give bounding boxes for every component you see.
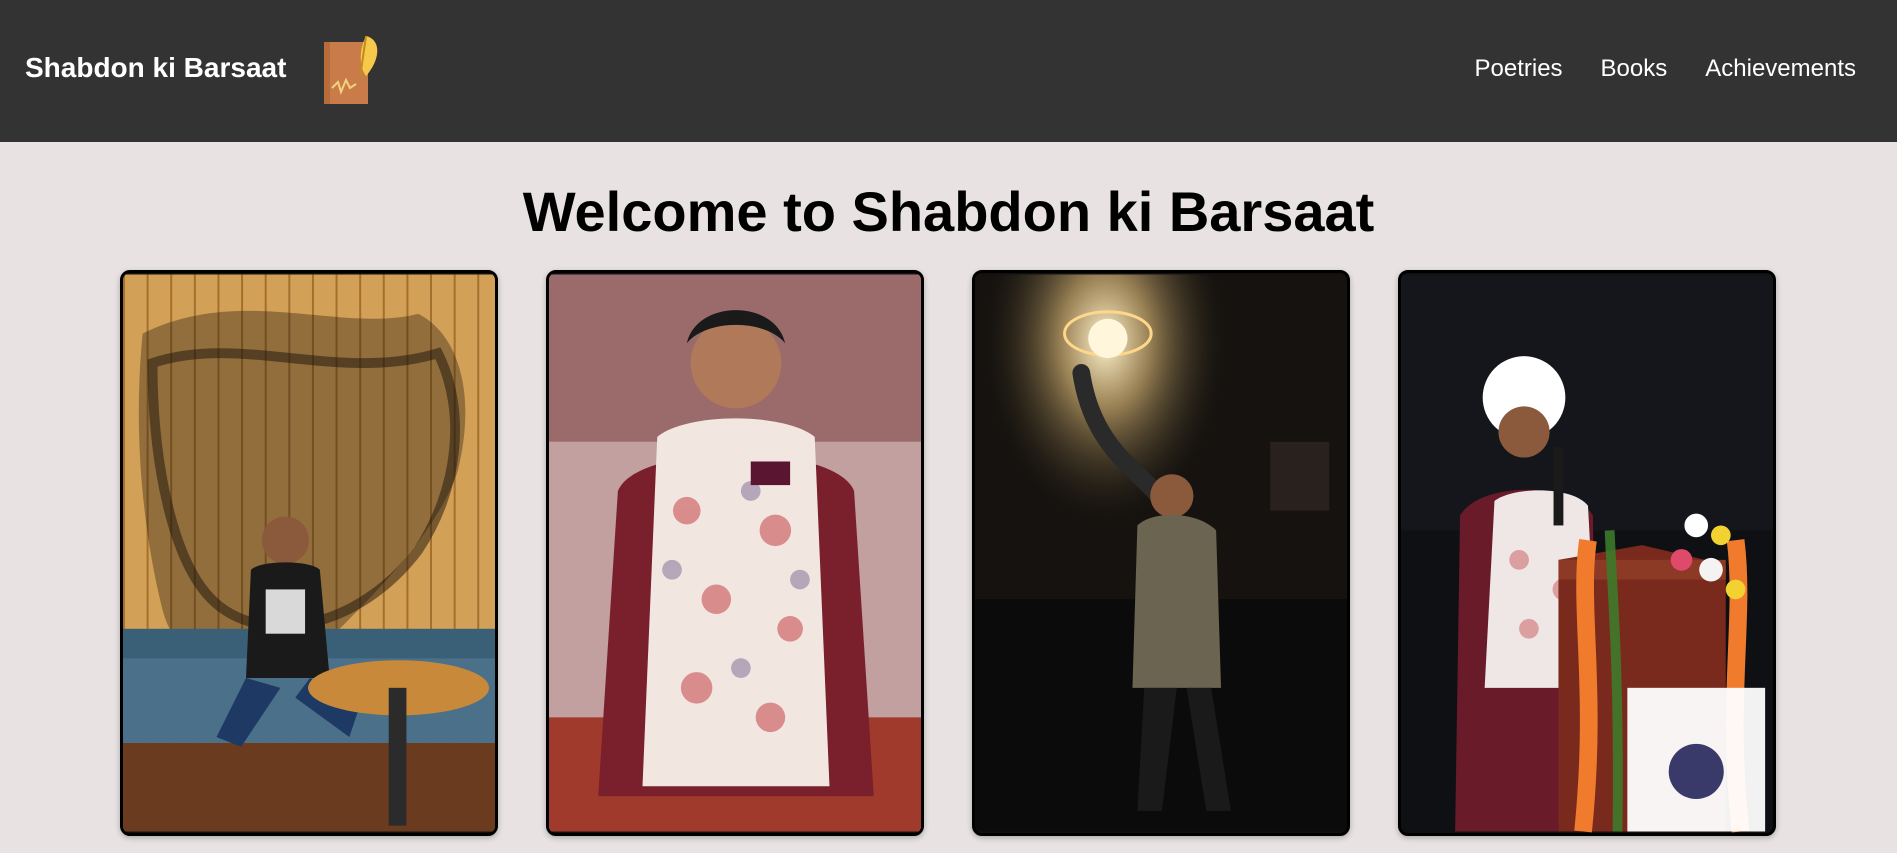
photo-card-2[interactable]: [546, 270, 924, 836]
photo-podium-speech-icon: [1401, 274, 1773, 833]
photo-card-4[interactable]: [1398, 270, 1776, 836]
nav-poetries[interactable]: Poetries: [1475, 53, 1563, 85]
top-navbar: Shabdon ki Barsaat Poetries Books Achiev…: [0, 0, 1897, 142]
photo-card-1[interactable]: [120, 270, 498, 836]
photo-portrait-floral-vest-icon: [549, 274, 921, 832]
nav-books[interactable]: Books: [1601, 53, 1668, 85]
photo-cafe-seated-icon: [123, 274, 495, 832]
site-brand[interactable]: Shabdon ki Barsaat: [25, 50, 286, 86]
page-title: Welcome to Shabdon ki Barsaat: [522, 180, 1375, 243]
feather-quill-book-icon[interactable]: [322, 32, 386, 106]
main-nav: Poetries Books Achievements: [1475, 53, 1857, 85]
photo-night-lamp-icon: [975, 274, 1347, 832]
photo-card-3[interactable]: [972, 270, 1350, 836]
nav-achievements[interactable]: Achievements: [1705, 53, 1856, 85]
photo-gallery: [120, 270, 1780, 840]
